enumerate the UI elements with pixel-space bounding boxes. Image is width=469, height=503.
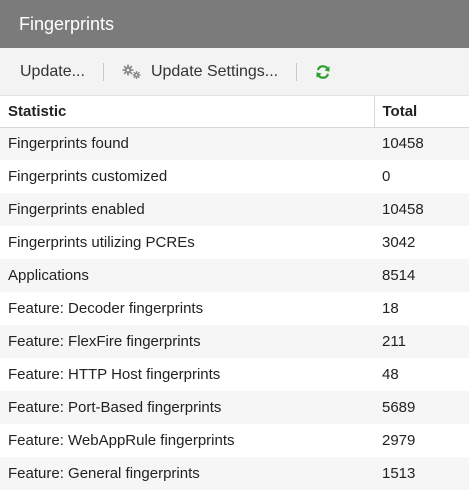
statistic-cell: Feature: WebAppRule fingerprints	[0, 424, 374, 457]
total-cell: 211	[374, 325, 469, 358]
total-cell: 1513	[374, 457, 469, 490]
statistic-cell: Fingerprints utilizing PCREs	[0, 226, 374, 259]
total-cell: 8514	[374, 259, 469, 292]
total-cell: 5689	[374, 391, 469, 424]
toolbar: Update... Update Settings...	[0, 48, 469, 96]
statistic-cell: Feature: General fingerprints	[0, 457, 374, 490]
total-cell: 2979	[374, 424, 469, 457]
table-row[interactable]: Feature: Port-Based fingerprints 5689	[0, 391, 469, 424]
total-cell: 3042	[374, 226, 469, 259]
total-cell: 0	[374, 160, 469, 193]
statistics-table: Statistic Total Fingerprints found 10458…	[0, 96, 469, 490]
statistic-cell: Fingerprints found	[0, 127, 374, 160]
refresh-button[interactable]	[306, 57, 340, 87]
statistic-cell: Fingerprints enabled	[0, 193, 374, 226]
table-row[interactable]: Fingerprints customized 0	[0, 160, 469, 193]
table-row[interactable]: Feature: Decoder fingerprints 18	[0, 292, 469, 325]
gears-icon	[122, 64, 141, 79]
table-row[interactable]: Applications 8514	[0, 259, 469, 292]
table-row[interactable]: Fingerprints enabled 10458	[0, 193, 469, 226]
total-cell: 48	[374, 358, 469, 391]
table-row[interactable]: Fingerprints utilizing PCREs 3042	[0, 226, 469, 259]
total-cell: 10458	[374, 127, 469, 160]
table-row[interactable]: Feature: HTTP Host fingerprints 48	[0, 358, 469, 391]
toolbar-separator	[102, 62, 104, 81]
toolbar-separator	[296, 62, 298, 81]
total-cell: 18	[374, 292, 469, 325]
window-title-bar: Fingerprints	[0, 0, 469, 48]
statistic-cell: Feature: Decoder fingerprints	[0, 292, 374, 325]
table-row[interactable]: Fingerprints found 10458	[0, 127, 469, 160]
table-row[interactable]: Feature: FlexFire fingerprints 211	[0, 325, 469, 358]
column-header-statistic[interactable]: Statistic	[0, 96, 374, 128]
update-button[interactable]: Update...	[11, 57, 94, 87]
statistic-cell: Feature: Port-Based fingerprints	[0, 391, 374, 424]
table-row[interactable]: Feature: General fingerprints 1513	[0, 457, 469, 490]
statistic-cell: Fingerprints customized	[0, 160, 374, 193]
statistic-cell: Feature: FlexFire fingerprints	[0, 325, 374, 358]
update-settings-button[interactable]: Update Settings...	[113, 57, 287, 87]
refresh-icon	[316, 64, 330, 79]
statistic-cell: Feature: HTTP Host fingerprints	[0, 358, 374, 391]
update-button-label: Update...	[20, 62, 85, 80]
window-title: Fingerprints	[19, 13, 115, 34]
table-row[interactable]: Feature: WebAppRule fingerprints 2979	[0, 424, 469, 457]
table-header-row: Statistic Total	[0, 96, 469, 128]
statistic-cell: Applications	[0, 259, 374, 292]
update-settings-button-label: Update Settings...	[150, 62, 279, 80]
column-header-total[interactable]: Total	[373, 96, 469, 128]
total-cell: 10458	[374, 193, 469, 226]
